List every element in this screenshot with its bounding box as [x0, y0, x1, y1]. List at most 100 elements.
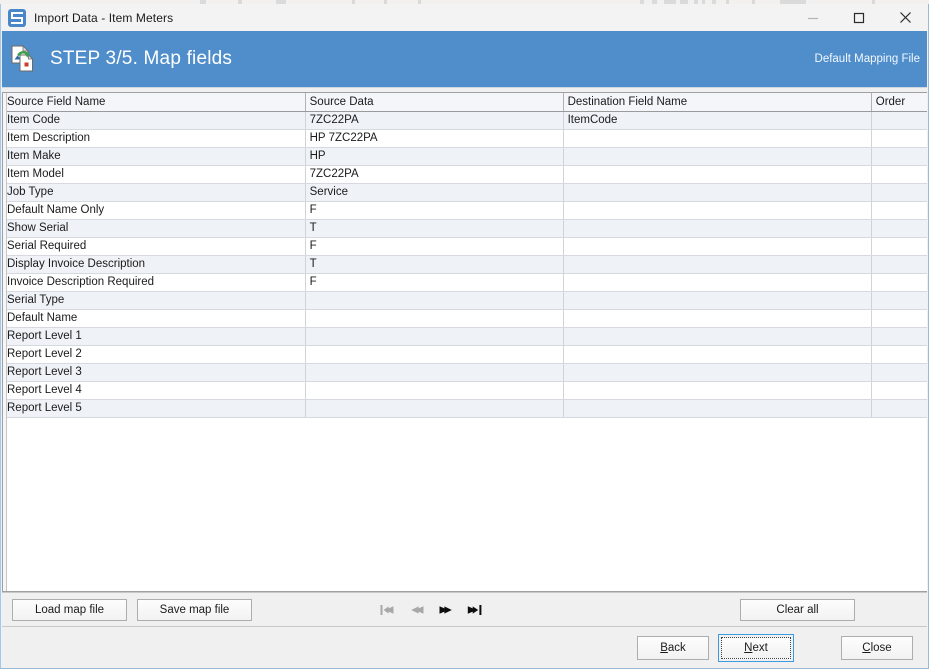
- cell-destination-field-name[interactable]: [563, 309, 871, 327]
- table-row[interactable]: Item Model7ZC22PA: [3, 165, 927, 183]
- cell-destination-field-name[interactable]: [563, 327, 871, 345]
- cell-destination-field-name[interactable]: [563, 165, 871, 183]
- save-map-file-button[interactable]: Save map file: [137, 599, 252, 621]
- cell-order[interactable]: [871, 129, 927, 147]
- close-button[interactable]: Close: [841, 636, 913, 660]
- cell-source-field-name[interactable]: Report Level 4: [3, 381, 305, 399]
- cell-source-data[interactable]: F: [305, 273, 563, 291]
- cell-destination-field-name[interactable]: [563, 345, 871, 363]
- cell-source-data[interactable]: [305, 345, 563, 363]
- table-row[interactable]: Default Name OnlyF: [3, 201, 927, 219]
- table-row[interactable]: Default Name: [3, 309, 927, 327]
- cell-order[interactable]: [871, 219, 927, 237]
- cell-source-field-name[interactable]: Report Level 3: [3, 363, 305, 381]
- cell-source-data[interactable]: 7ZC22PA: [305, 165, 563, 183]
- column-header-source-data[interactable]: Source Data: [305, 93, 563, 111]
- cell-order[interactable]: [871, 237, 927, 255]
- column-header-order[interactable]: Order: [871, 93, 927, 111]
- field-mapping-grid[interactable]: Source Field Name Source Data Destinatio…: [2, 92, 927, 592]
- cell-source-field-name[interactable]: Invoice Description Required: [3, 273, 305, 291]
- cell-source-data[interactable]: HP 7ZC22PA: [305, 129, 563, 147]
- grid-empty-area[interactable]: [3, 418, 927, 592]
- cell-destination-field-name[interactable]: [563, 255, 871, 273]
- cell-destination-field-name[interactable]: [563, 183, 871, 201]
- cell-destination-field-name[interactable]: [563, 219, 871, 237]
- cell-order[interactable]: [871, 381, 927, 399]
- table-row[interactable]: Invoice Description RequiredF: [3, 273, 927, 291]
- cell-order[interactable]: [871, 147, 927, 165]
- cell-destination-field-name[interactable]: [563, 237, 871, 255]
- cell-order[interactable]: [871, 309, 927, 327]
- back-button[interactable]: Back: [637, 636, 709, 660]
- cell-source-field-name[interactable]: Report Level 2: [3, 345, 305, 363]
- cell-source-data[interactable]: T: [305, 219, 563, 237]
- cell-order[interactable]: [871, 255, 927, 273]
- cell-source-field-name[interactable]: Item Description: [3, 129, 305, 147]
- table-row[interactable]: Display Invoice DescriptionT: [3, 255, 927, 273]
- cell-order[interactable]: [871, 327, 927, 345]
- table-row[interactable]: Report Level 4: [3, 381, 927, 399]
- minimize-icon[interactable]: [790, 4, 836, 31]
- cell-destination-field-name[interactable]: [563, 291, 871, 309]
- load-map-file-button[interactable]: Load map file: [12, 599, 127, 621]
- cell-order[interactable]: [871, 273, 927, 291]
- cell-destination-field-name[interactable]: [563, 201, 871, 219]
- cell-order[interactable]: [871, 201, 927, 219]
- cell-order[interactable]: [871, 345, 927, 363]
- cell-destination-field-name[interactable]: [563, 381, 871, 399]
- cell-order[interactable]: [871, 399, 927, 417]
- table-row[interactable]: Serial Type: [3, 291, 927, 309]
- cell-source-data[interactable]: [305, 381, 563, 399]
- maximize-icon[interactable]: [836, 4, 882, 31]
- cell-destination-field-name[interactable]: [563, 363, 871, 381]
- close-icon[interactable]: [882, 4, 928, 31]
- cell-destination-field-name[interactable]: [563, 273, 871, 291]
- cell-source-field-name[interactable]: Job Type: [3, 183, 305, 201]
- cell-source-data[interactable]: HP: [305, 147, 563, 165]
- column-header-source-field-name[interactable]: Source Field Name: [3, 93, 305, 111]
- table-row[interactable]: Report Level 2: [3, 345, 927, 363]
- first-record-icon[interactable]: [380, 603, 396, 617]
- cell-source-field-name[interactable]: Item Code: [3, 111, 305, 129]
- cell-source-data[interactable]: [305, 399, 563, 417]
- cell-source-data[interactable]: [305, 309, 563, 327]
- cell-order[interactable]: [871, 111, 927, 129]
- next-button[interactable]: Next: [721, 637, 791, 659]
- last-record-icon[interactable]: [467, 603, 483, 617]
- table-row[interactable]: Item MakeHP: [3, 147, 927, 165]
- column-header-destination-field-name[interactable]: Destination Field Name: [563, 93, 871, 111]
- table-row[interactable]: Report Level 1: [3, 327, 927, 345]
- cell-source-data[interactable]: [305, 327, 563, 345]
- cell-source-field-name[interactable]: Show Serial: [3, 219, 305, 237]
- cell-order[interactable]: [871, 165, 927, 183]
- next-record-icon[interactable]: [438, 603, 454, 617]
- cell-source-field-name[interactable]: Display Invoice Description: [3, 255, 305, 273]
- previous-record-icon[interactable]: [409, 603, 425, 617]
- cell-source-data[interactable]: [305, 291, 563, 309]
- cell-order[interactable]: [871, 363, 927, 381]
- cell-source-data[interactable]: T: [305, 255, 563, 273]
- cell-order[interactable]: [871, 183, 927, 201]
- cell-source-field-name[interactable]: Serial Required: [3, 237, 305, 255]
- cell-source-data[interactable]: 7ZC22PA: [305, 111, 563, 129]
- cell-source-field-name[interactable]: Default Name: [3, 309, 305, 327]
- cell-source-data[interactable]: Service: [305, 183, 563, 201]
- table-row[interactable]: Report Level 5: [3, 399, 927, 417]
- table-row[interactable]: Serial RequiredF: [3, 237, 927, 255]
- cell-destination-field-name[interactable]: [563, 129, 871, 147]
- cell-source-data[interactable]: F: [305, 201, 563, 219]
- cell-source-field-name[interactable]: Report Level 1: [3, 327, 305, 345]
- cell-destination-field-name[interactable]: ItemCode: [563, 111, 871, 129]
- cell-destination-field-name[interactable]: [563, 399, 871, 417]
- table-row[interactable]: Report Level 3: [3, 363, 927, 381]
- clear-all-button[interactable]: Clear all: [740, 599, 855, 621]
- cell-order[interactable]: [871, 291, 927, 309]
- table-row[interactable]: Show SerialT: [3, 219, 927, 237]
- cell-source-field-name[interactable]: Item Make: [3, 147, 305, 165]
- cell-source-field-name[interactable]: Item Model: [3, 165, 305, 183]
- table-row[interactable]: Item DescriptionHP 7ZC22PA: [3, 129, 927, 147]
- cell-destination-field-name[interactable]: [563, 147, 871, 165]
- cell-source-data[interactable]: F: [305, 237, 563, 255]
- cell-source-field-name[interactable]: Report Level 5: [3, 399, 305, 417]
- table-row[interactable]: Job TypeService: [3, 183, 927, 201]
